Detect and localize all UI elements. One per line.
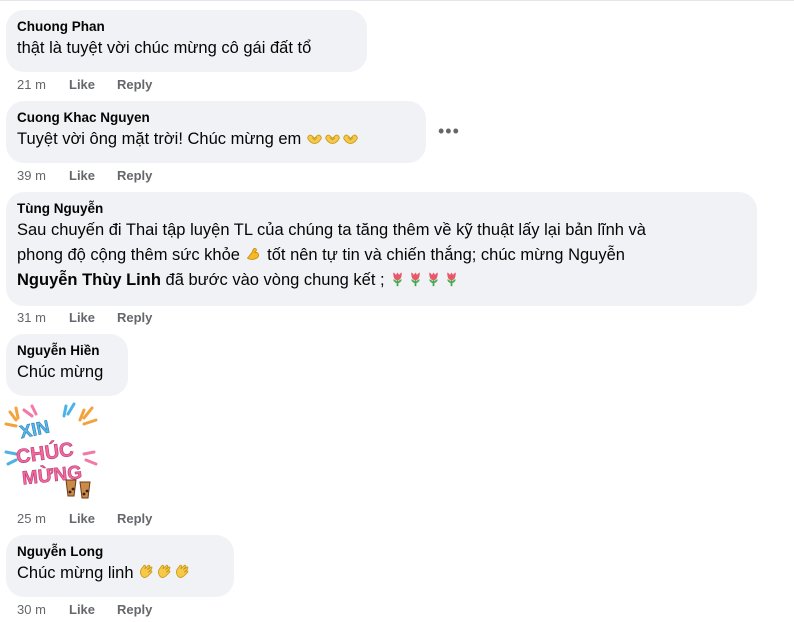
comment-text-part: tốt nên tự tin và chiến thắng; chúc mừng… — [267, 246, 625, 264]
tulip-icon — [407, 271, 425, 289]
heart-hands-icon — [324, 130, 342, 148]
comment-bubble: Nguyễn Hiền Chúc mừng — [6, 334, 128, 396]
comment: Chuong Phan thật là tuyệt vời chúc mừng … — [6, 10, 367, 72]
comment-actions: 21 m Like Reply — [17, 76, 152, 94]
comment-text-line: Sau chuyến đi Thai tập luyện TL của chún… — [17, 221, 646, 239]
comment-text-body: Chúc mừng linh — [17, 564, 134, 582]
comment-actions: 39 m Like Reply — [17, 167, 152, 185]
comment: Cuong Khac Nguyen Tuyệt vời ông mặt trời… — [6, 101, 426, 163]
reply-button[interactable]: Reply — [117, 511, 152, 526]
like-button[interactable]: Like — [69, 76, 117, 94]
comment-actions: 25 m Like Reply — [17, 510, 152, 528]
reply-button[interactable]: Reply — [117, 310, 152, 325]
comment-text: Sau chuyến đi Thai tập luyện TL của chún… — [17, 218, 745, 293]
svg-text:XIN: XIN — [18, 417, 52, 443]
like-button[interactable]: Like — [69, 510, 117, 528]
clapping-hands-icon — [174, 564, 192, 582]
comment: Nguyễn Long Chúc mừng linh — [6, 535, 234, 597]
clapping-hands-icon — [156, 564, 174, 582]
comment-author[interactable]: Nguyễn Hiền — [17, 342, 116, 360]
comment-bubble: Chuong Phan thật là tuyệt vời chúc mừng … — [6, 10, 367, 72]
comment-time[interactable]: 25 m — [17, 510, 69, 528]
comment-author[interactable]: Tùng Nguyễn — [17, 200, 745, 218]
comment-time[interactable]: 30 m — [17, 601, 69, 619]
comment: Nguyễn Hiền Chúc mừng — [6, 334, 128, 396]
comment-actions: 30 m Like Reply — [17, 601, 152, 619]
comment-text-line: phong độ cộng thêm sức khỏe tốt nên tự t… — [17, 243, 745, 268]
congratulations-sticker: XIN CHÚC MỪNG — [4, 402, 98, 499]
comment-text-line: Nguyễn Thùy Linh đã bước vào vòng chung … — [17, 268, 745, 293]
comment-bubble: Tùng Nguyễn Sau chuyến đi Thai tập luyện… — [6, 192, 757, 306]
reply-button[interactable]: Reply — [117, 77, 152, 92]
comment-bubble: Nguyễn Long Chúc mừng linh — [6, 535, 234, 597]
tulip-icon — [443, 271, 461, 289]
tulip-icon — [389, 271, 407, 289]
divider — [0, 0, 794, 1]
comment-text-part: phong độ cộng thêm sức khỏe — [17, 246, 240, 264]
comment-text: thật là tuyệt vời chúc mừng cô gái đất t… — [17, 39, 312, 57]
comment-bubble: Cuong Khac Nguyen Tuyệt vời ông mặt trời… — [6, 101, 426, 163]
heart-hands-icon — [342, 130, 360, 148]
reply-button[interactable]: Reply — [117, 168, 152, 183]
comment-text: Chúc mừng linh — [17, 561, 222, 586]
clapping-hands-icon — [138, 564, 156, 582]
comment-author[interactable]: Cuong Khac Nguyen — [17, 109, 414, 127]
comment: Tùng Nguyễn Sau chuyến đi Thai tập luyện… — [6, 192, 757, 306]
like-button[interactable]: Like — [69, 601, 117, 619]
comment-text-body: Tuyệt vời ông mặt trời! Chúc mừng em — [17, 130, 302, 148]
tulip-icon — [425, 271, 443, 289]
comment-time[interactable]: 31 m — [17, 309, 69, 327]
reply-button[interactable]: Reply — [117, 602, 152, 617]
more-options-button[interactable]: ••• — [438, 122, 460, 140]
mention-link[interactable]: Nguyễn Thùy Linh — [17, 271, 161, 289]
comment-author[interactable]: Nguyễn Long — [17, 543, 222, 561]
like-button[interactable]: Like — [69, 309, 117, 327]
comment-text: Tuyệt vời ông mặt trời! Chúc mừng em — [17, 127, 414, 152]
flexed-biceps-icon — [245, 246, 263, 264]
comment-time[interactable]: 39 m — [17, 167, 69, 185]
comment-text: Chúc mừng — [17, 363, 104, 381]
comment-author[interactable]: Chuong Phan — [17, 18, 355, 36]
comment-time[interactable]: 21 m — [17, 76, 69, 94]
comment-actions: 31 m Like Reply — [17, 309, 152, 327]
like-button[interactable]: Like — [69, 167, 117, 185]
comment-text-part: đã bước vào vòng chung kết ; — [165, 271, 385, 289]
heart-hands-icon — [306, 130, 324, 148]
